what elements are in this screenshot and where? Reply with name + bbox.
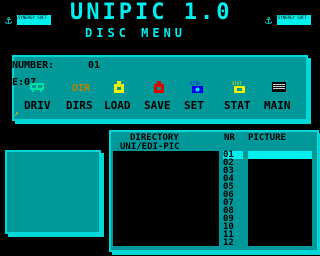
- preview-panel: [5, 150, 101, 234]
- synergy-logo-left: ⚓ SYNERGY SOFT: [5, 14, 51, 28]
- logo-text: SYNERGY SOFT: [278, 15, 307, 20]
- number-column: 01 02 03 04 05 06 07 08 09 10 11 12: [223, 151, 243, 248]
- dir-icon[interactable]: DIR: [72, 81, 92, 93]
- menu-drive-button[interactable]: DRIV: [24, 100, 51, 111]
- menu-dirs-button[interactable]: DIRS: [66, 100, 93, 111]
- nr-header: NR: [224, 133, 235, 143]
- number-value: 01: [88, 60, 101, 71]
- load-icon[interactable]: [112, 81, 126, 93]
- anchor-icon: ⚓: [5, 13, 13, 27]
- svg-text:ATTR: ATTR: [190, 81, 200, 86]
- menu-set-button[interactable]: SET: [184, 100, 204, 111]
- pointer-cursor-icon: ↗: [14, 109, 19, 118]
- drive-icon[interactable]: [30, 81, 44, 93]
- menu-stat-button[interactable]: STAT: [224, 100, 251, 111]
- save-icon[interactable]: [152, 81, 166, 93]
- logo-text: SYNERGY SOFT: [18, 15, 47, 20]
- menu-load-button[interactable]: LOAD: [104, 100, 131, 111]
- picture-selection-highlight[interactable]: [248, 151, 312, 159]
- synergy-logo-right: ⚓ SYNERGY SOFT: [265, 14, 311, 28]
- keyboard-icon[interactable]: [272, 81, 286, 93]
- menu-subtitle: DISC MENU: [85, 26, 187, 40]
- picture-header: PICTURE: [248, 133, 286, 143]
- menu-main-button[interactable]: MAIN: [264, 100, 291, 111]
- number-label: NUMBER:: [12, 60, 55, 71]
- svg-text:DIR: DIR: [72, 83, 91, 93]
- stat-icon[interactable]: STAT: [232, 81, 248, 93]
- menu-save-button[interactable]: SAVE: [144, 100, 171, 111]
- file-list[interactable]: [113, 151, 219, 246]
- anchor-icon: ⚓: [265, 13, 273, 27]
- list-item-number[interactable]: 12: [223, 239, 243, 248]
- app-title: UNIPIC 1.0: [70, 0, 233, 25]
- attr-icon[interactable]: ATTR: [190, 81, 206, 93]
- svg-text:STAT: STAT: [232, 81, 242, 86]
- picture-list[interactable]: [248, 151, 312, 246]
